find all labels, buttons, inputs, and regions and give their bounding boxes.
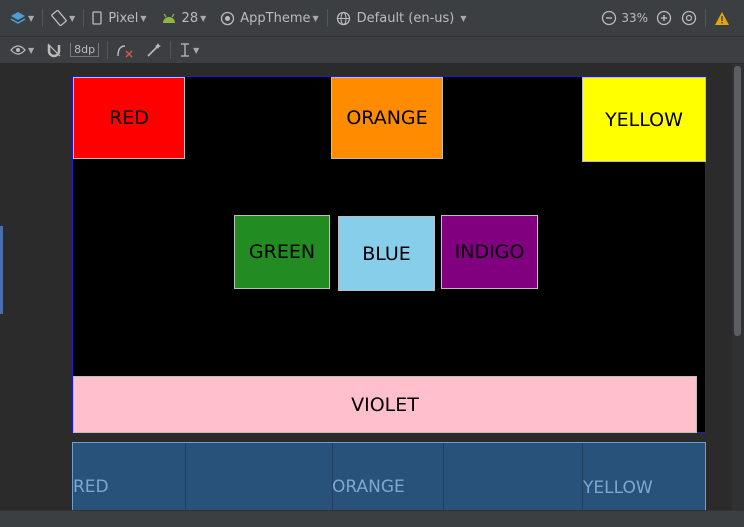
locale-dropdown[interactable]: Default (en-us) ▼ bbox=[336, 0, 467, 36]
globe-icon bbox=[336, 11, 351, 26]
theme-label: AppTheme bbox=[240, 10, 311, 26]
device-label: Pixel bbox=[108, 10, 139, 26]
theme-dropdown[interactable]: AppTheme ▼ bbox=[220, 0, 319, 36]
red-box[interactable]: RED bbox=[73, 77, 185, 159]
autoconnect-toggle[interactable] bbox=[46, 37, 62, 63]
blueprint-gap bbox=[444, 443, 583, 511]
api-level-dropdown[interactable]: 28 ▼ bbox=[161, 0, 206, 36]
blue-box[interactable]: BLUE bbox=[338, 216, 435, 291]
locale-label: Default (en-us) bbox=[356, 10, 455, 26]
blueprint-orange-label: ORANGE bbox=[332, 477, 405, 497]
eye-icon bbox=[10, 44, 26, 56]
guidelines-icon bbox=[179, 42, 191, 58]
constraint-toolbar: ▼ 8dp ▼ bbox=[0, 37, 744, 64]
android-icon bbox=[161, 12, 177, 24]
blueprint-yellow-label: YELLOW bbox=[583, 478, 653, 498]
device-dropdown[interactable]: Pixel ▼ bbox=[92, 0, 147, 36]
api-level-label: 28 bbox=[181, 10, 199, 26]
zoom-level: 33% bbox=[621, 11, 648, 25]
clear-constraints-icon bbox=[116, 42, 134, 58]
yellow-box[interactable]: YELLOW bbox=[582, 77, 706, 162]
blueprint-red-label: RED bbox=[73, 477, 109, 497]
view-options-dropdown[interactable]: ▼ bbox=[10, 37, 34, 63]
orange-box[interactable]: ORANGE bbox=[331, 77, 443, 159]
zoom-in-icon bbox=[656, 10, 672, 26]
design-view[interactable]: RED ORANGE YELLOW GREEN BLUE INDIGO VIOL… bbox=[72, 76, 706, 433]
default-margin-value: 8dp bbox=[70, 43, 100, 57]
blueprint-view[interactable]: RED ORANGE YELLOW bbox=[72, 442, 706, 512]
magic-wand-icon bbox=[146, 42, 162, 58]
left-panel-edge bbox=[0, 226, 3, 314]
design-surface-dropdown[interactable]: ▼ bbox=[10, 0, 34, 36]
rotate-device-icon bbox=[51, 10, 67, 26]
scrollbar-thumb[interactable] bbox=[734, 66, 741, 336]
status-strip bbox=[0, 510, 744, 527]
warning-icon bbox=[714, 11, 730, 26]
zoom-out-button[interactable] bbox=[601, 0, 617, 36]
blueprint-gap bbox=[186, 443, 333, 511]
default-margin-dropdown[interactable]: 8dp bbox=[70, 37, 100, 63]
phone-icon bbox=[92, 11, 102, 25]
violet-box[interactable]: VIOLET bbox=[73, 376, 697, 433]
layout-editor-toolbar: ▼ ▼ Pixel ▼ 28 ▼ AppTheme ▼ Default (en-us)… bbox=[0, 0, 744, 37]
clear-constraints-button[interactable] bbox=[116, 37, 134, 63]
magnet-off-icon bbox=[46, 42, 62, 58]
layers-icon bbox=[10, 10, 26, 26]
zoom-fit-icon bbox=[681, 10, 697, 26]
warnings-button[interactable] bbox=[714, 0, 730, 36]
orientation-dropdown[interactable]: ▼ bbox=[51, 0, 75, 36]
guidelines-dropdown[interactable]: ▼ bbox=[179, 37, 199, 63]
indigo-box[interactable]: INDIGO bbox=[441, 215, 538, 289]
zoom-to-fit-button[interactable] bbox=[681, 0, 697, 36]
zoom-out-icon bbox=[601, 10, 617, 26]
infer-constraints-button[interactable] bbox=[146, 37, 162, 63]
green-box[interactable]: GREEN bbox=[234, 215, 330, 289]
theme-icon bbox=[220, 11, 235, 26]
zoom-in-button[interactable] bbox=[656, 0, 672, 36]
